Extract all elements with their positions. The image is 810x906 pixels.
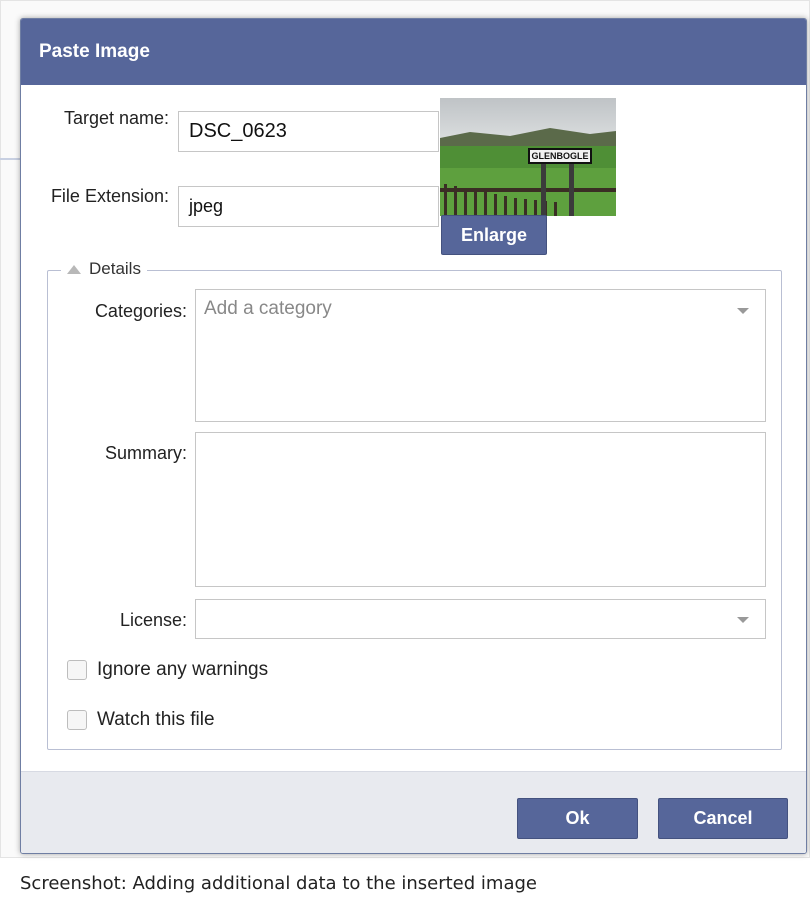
ok-button[interactable]: Ok — [517, 798, 638, 839]
categories-label: Categories: — [94, 301, 187, 321]
categories-placeholder: Add a category — [204, 298, 332, 319]
watch-file-checkbox[interactable] — [67, 710, 87, 730]
chevron-down-icon[interactable] — [737, 308, 749, 314]
dialog-footer: Ok Cancel — [21, 771, 806, 853]
watch-file-label: Watch this file — [97, 709, 215, 730]
file-extension-value: jpeg — [189, 196, 224, 216]
license-select[interactable] — [195, 599, 766, 639]
details-toggle[interactable]: Details — [61, 259, 147, 279]
summary-label: Summary: — [104, 443, 187, 463]
target-name-label: Target name: — [63, 108, 169, 128]
thumbnail-photo-icon: GLENBOGLE — [440, 98, 616, 216]
watch-file-option[interactable]: Watch this file — [67, 709, 215, 731]
details-label: Details — [89, 259, 141, 278]
file-extension-input[interactable]: jpeg — [178, 186, 439, 227]
dialog-titlebar: Paste Image — [21, 19, 806, 85]
thumbnail-sign-text: GLENBOGLE — [531, 151, 588, 161]
ignore-warnings-checkbox[interactable] — [67, 660, 87, 680]
collapse-triangle-icon — [67, 264, 81, 274]
chevron-down-icon[interactable] — [737, 617, 749, 623]
categories-input[interactable]: Add a category — [195, 289, 766, 422]
summary-textarea[interactable] — [195, 432, 766, 587]
ignore-warnings-label: Ignore any warnings — [97, 659, 269, 680]
paste-image-dialog: Paste Image Target name: DSC_0623 File E… — [20, 18, 807, 854]
enlarge-button[interactable]: Enlarge — [441, 215, 547, 255]
screenshot-caption: Screenshot: Adding additional data to th… — [20, 873, 537, 894]
file-extension-label: File Extension: — [50, 186, 169, 206]
cancel-button[interactable]: Cancel — [658, 798, 788, 839]
license-label: License: — [119, 610, 187, 630]
dialog-title: Paste Image — [39, 41, 150, 62]
background-divider-right — [0, 158, 20, 160]
target-name-value: DSC_0623 — [189, 120, 287, 142]
ignore-warnings-option[interactable]: Ignore any warnings — [67, 659, 268, 681]
target-name-input[interactable]: DSC_0623 — [178, 111, 439, 152]
image-thumbnail: GLENBOGLE — [440, 98, 616, 216]
